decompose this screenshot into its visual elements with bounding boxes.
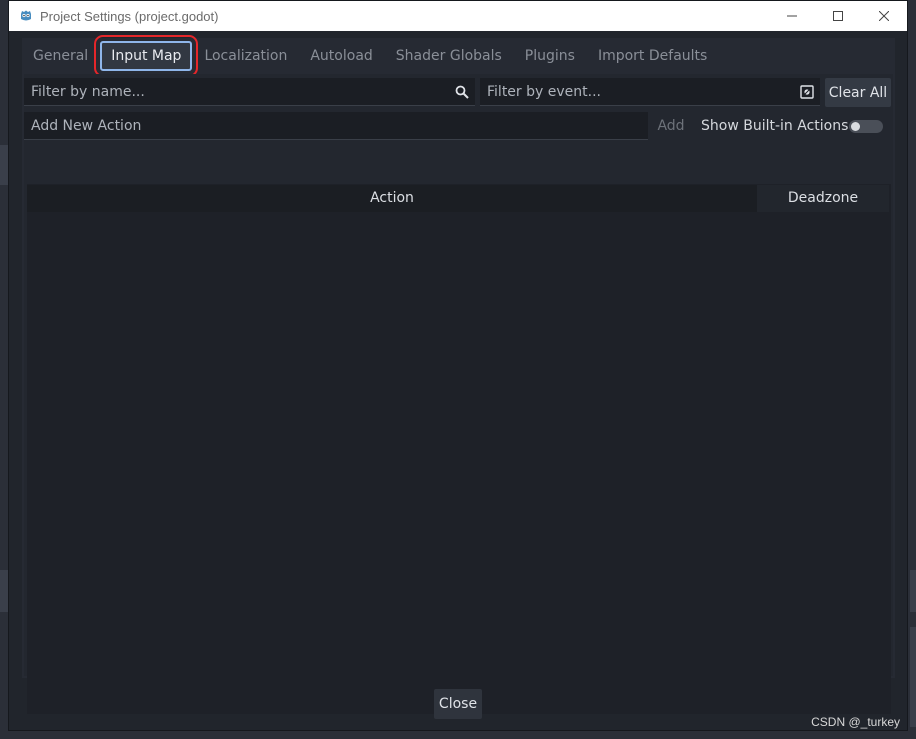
search-icon xyxy=(455,85,469,99)
maximize-icon xyxy=(833,11,843,21)
background-editor-strip xyxy=(910,627,916,727)
watermark: CSDN @_turkey xyxy=(811,715,900,729)
close-dialog-button[interactable]: Close xyxy=(434,689,482,719)
close-icon xyxy=(879,11,889,21)
show-builtin-actions-toggle[interactable] xyxy=(849,120,883,133)
column-header-action[interactable]: Action xyxy=(27,185,757,212)
add-action-button[interactable]: Add xyxy=(652,112,690,140)
tab-input-map[interactable]: Input Map xyxy=(94,35,199,77)
minimize-icon xyxy=(787,15,797,17)
tab-shader-globals[interactable]: Shader Globals xyxy=(385,43,513,69)
minimize-button[interactable] xyxy=(769,1,815,31)
add-new-action-input[interactable]: Add New Action xyxy=(24,112,648,140)
godot-logo-icon xyxy=(18,8,34,24)
toggle-knob xyxy=(851,122,860,131)
actions-tree-header: Action Deadzone xyxy=(27,185,889,212)
tab-general[interactable]: General xyxy=(22,43,99,69)
tab-autoload[interactable]: Autoload xyxy=(299,43,383,69)
tab-plugins[interactable]: Plugins xyxy=(514,43,586,69)
window-title: Project Settings (project.godot) xyxy=(40,8,219,24)
clear-all-button[interactable]: Clear All xyxy=(825,78,891,107)
input-map-panel: Filter by name... Filter by event... Cle… xyxy=(24,74,893,714)
show-builtin-actions-label: Show Built-in Actions xyxy=(701,118,849,134)
title-bar: Project Settings (project.godot) xyxy=(9,1,907,31)
settings-content: General Input Map Localization Autoload … xyxy=(22,35,895,714)
filter-by-event-placeholder: Filter by event... xyxy=(487,83,601,100)
tab-bar: General Input Map Localization Autoload … xyxy=(22,35,895,77)
background-editor-strip xyxy=(910,570,916,612)
tab-localization[interactable]: Localization xyxy=(193,43,298,69)
close-window-button[interactable] xyxy=(861,1,907,31)
project-settings-dialog: Project Settings (project.godot) General… xyxy=(8,0,908,731)
tab-import-defaults[interactable]: Import Defaults xyxy=(587,43,718,69)
keyboard-event-icon[interactable] xyxy=(800,85,814,99)
column-header-deadzone[interactable]: Deadzone xyxy=(757,185,889,212)
maximize-button[interactable] xyxy=(815,1,861,31)
actions-tree[interactable] xyxy=(27,184,891,714)
filter-by-event-input[interactable]: Filter by event... xyxy=(480,78,820,106)
add-new-action-placeholder: Add New Action xyxy=(31,117,142,134)
filter-by-name-input[interactable]: Filter by name... xyxy=(24,78,475,106)
filter-by-name-placeholder: Filter by name... xyxy=(31,83,145,100)
